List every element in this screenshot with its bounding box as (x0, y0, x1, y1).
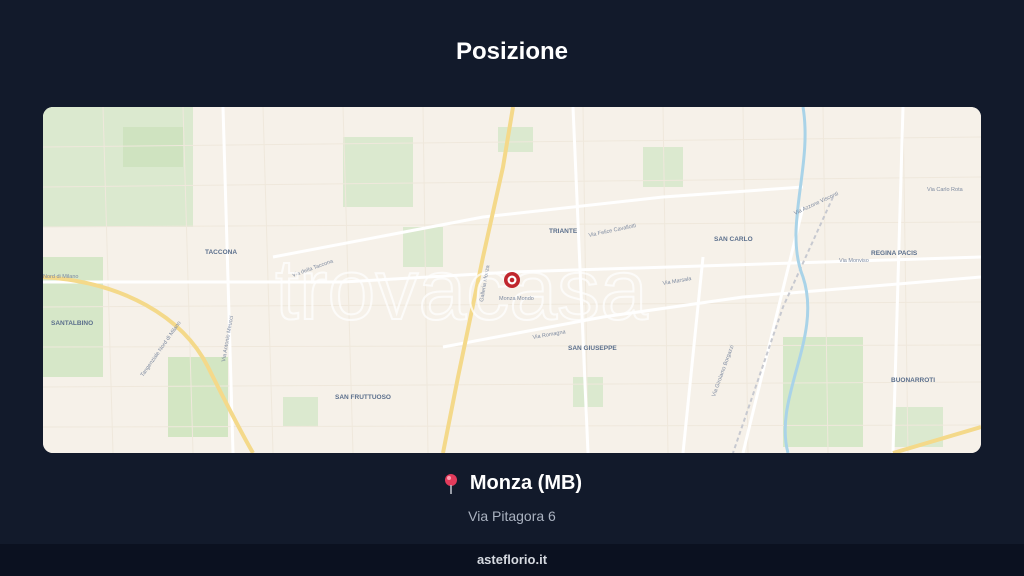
location-info: Monza (MB) Via Pitagora 6 (0, 472, 1024, 524)
map-canvas[interactable]: TACCONA TRIANTE SAN CARLO REGINA PACIS S… (43, 107, 981, 453)
street-label: Via Carlo Rota (927, 187, 964, 193)
city-name: Monza (MB) (469, 472, 583, 494)
watermark-logo: trovacasa (275, 242, 648, 338)
marker-label: Monza Mondo (499, 296, 534, 302)
district-label: REGINA PACIS (871, 250, 918, 257)
page: Posizione TACCONA TRIANTE SAN CARLO REGI… (0, 0, 1024, 576)
location-line: Monza (MB) (442, 472, 582, 495)
district-label: SAN GIUSEPPE (568, 345, 617, 352)
district-label: TRIANTE (549, 228, 578, 235)
district-label: SAN FRUTTUOSO (335, 394, 391, 401)
footer-site-link[interactable]: asteflorio.it (477, 552, 547, 567)
district-label: SAN CARLO (714, 236, 753, 243)
map[interactable]: TACCONA TRIANTE SAN CARLO REGINA PACIS S… (43, 107, 981, 453)
footer: asteflorio.it (0, 544, 1024, 576)
address: Via Pitagora 6 (468, 507, 556, 524)
pin-icon (442, 473, 460, 495)
page-title: Posizione (455, 38, 569, 65)
district-label: BUONARROTI (891, 377, 935, 384)
street-label: Via Monviso (839, 258, 869, 264)
district-label: SANTALBINO (51, 320, 93, 327)
district-label: TACCONA (205, 249, 237, 256)
street-label: Nord di Milano (43, 274, 78, 280)
